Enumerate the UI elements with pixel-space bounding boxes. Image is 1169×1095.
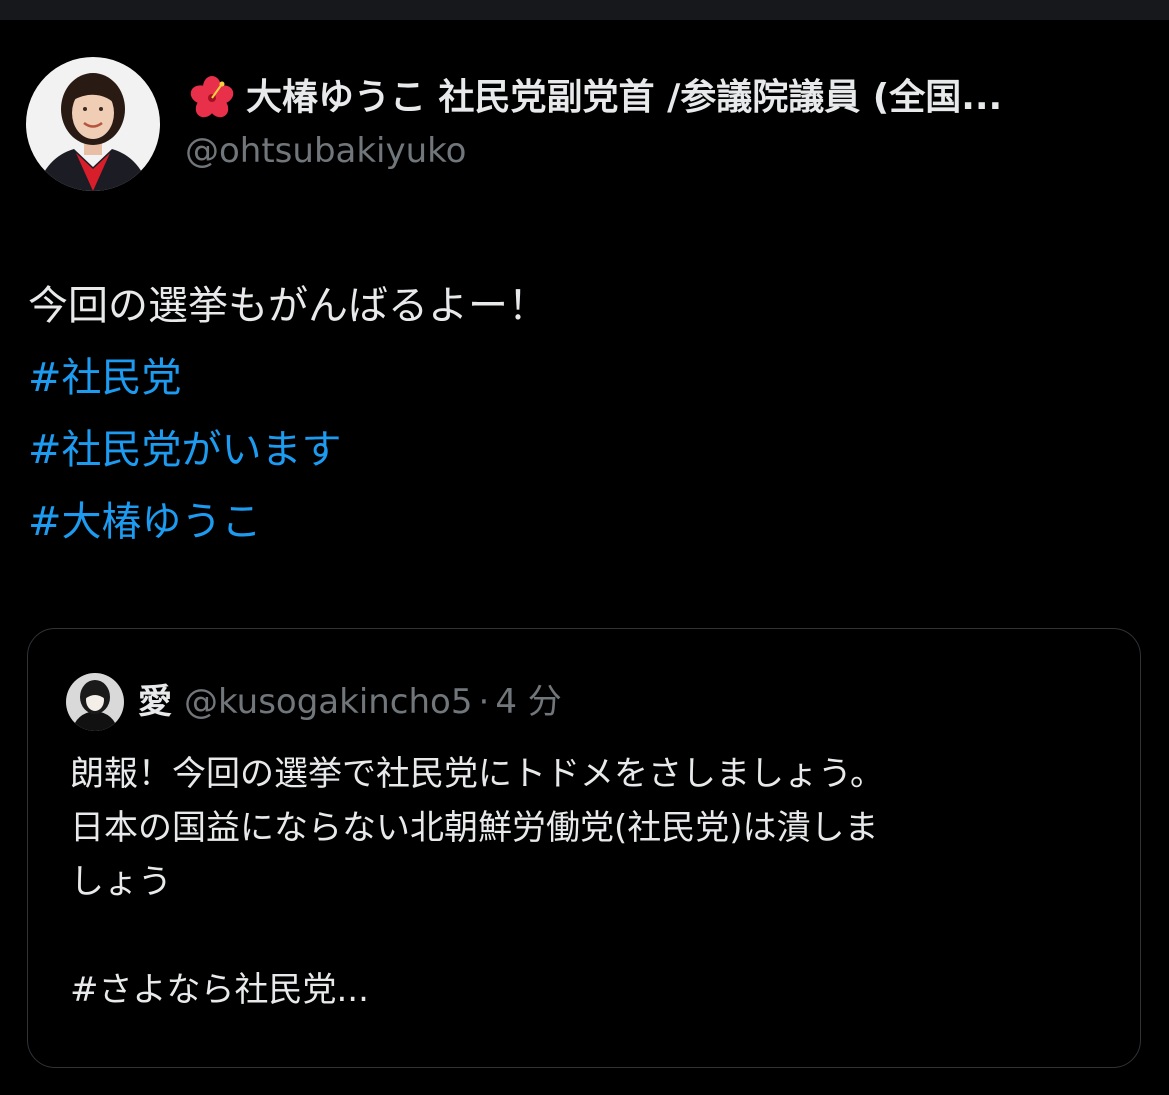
separator-dot: · xyxy=(478,682,490,722)
quoted-text-line xyxy=(70,909,1110,963)
quoted-author-avatar-image xyxy=(66,673,124,731)
quoted-author-handle[interactable]: @kusogakincho5 xyxy=(184,679,473,725)
author-handle[interactable]: @ohtsubakiyuko xyxy=(185,128,466,174)
hibiscus-icon xyxy=(190,76,234,118)
top-status-bar xyxy=(0,0,1169,20)
tweet-text-line: 今回の選挙もがんばるよー！ xyxy=(28,283,548,329)
quoted-text-line: 日本の国益にならない北朝鮮労働党(社民党)は潰しま xyxy=(70,808,879,848)
quoted-tweet-header: 愛 @kusogakincho5 · 4 分 xyxy=(66,673,562,731)
quoted-text-line: #さよなら社民党... xyxy=(70,970,369,1010)
hashtag-link[interactable]: #大椿ゆうこ xyxy=(28,486,1138,558)
author-display-name[interactable]: 大椿ゆうこ 社民党副党首 /参議院議員 (全国... xyxy=(184,74,1144,122)
quoted-tweet-card[interactable]: 愛 @kusogakincho5 · 4 分 朗報！今回の選挙で社民党にトドメを… xyxy=(27,628,1141,1068)
quoted-tweet-time[interactable]: 4 分 xyxy=(495,679,561,725)
author-avatar[interactable] xyxy=(26,57,160,191)
author-display-name-text: 大椿ゆうこ 社民党副党首 /参議院議員 (全国... xyxy=(246,77,1003,118)
quoted-text-line: しょう xyxy=(70,862,172,902)
quoted-author-avatar[interactable] xyxy=(66,673,124,731)
author-avatar-image xyxy=(26,57,160,191)
quoted-tweet-text: 朗報！今回の選挙で社民党にトドメをさしましょう。 日本の国益にならない北朝鮮労働… xyxy=(70,747,1110,1017)
tweet-text: 今回の選挙もがんばるよー！ #社民党 #社民党がいます #大椿ゆうこ xyxy=(28,270,1138,558)
quoted-text-line: 朗報！今回の選挙で社民党にトドメをさしましょう。 xyxy=(70,754,884,794)
quoted-author-name[interactable]: 愛 xyxy=(138,679,172,725)
hashtag-link[interactable]: #社民党がいます xyxy=(28,414,1138,486)
hashtag-link[interactable]: #社民党 xyxy=(28,342,1138,414)
